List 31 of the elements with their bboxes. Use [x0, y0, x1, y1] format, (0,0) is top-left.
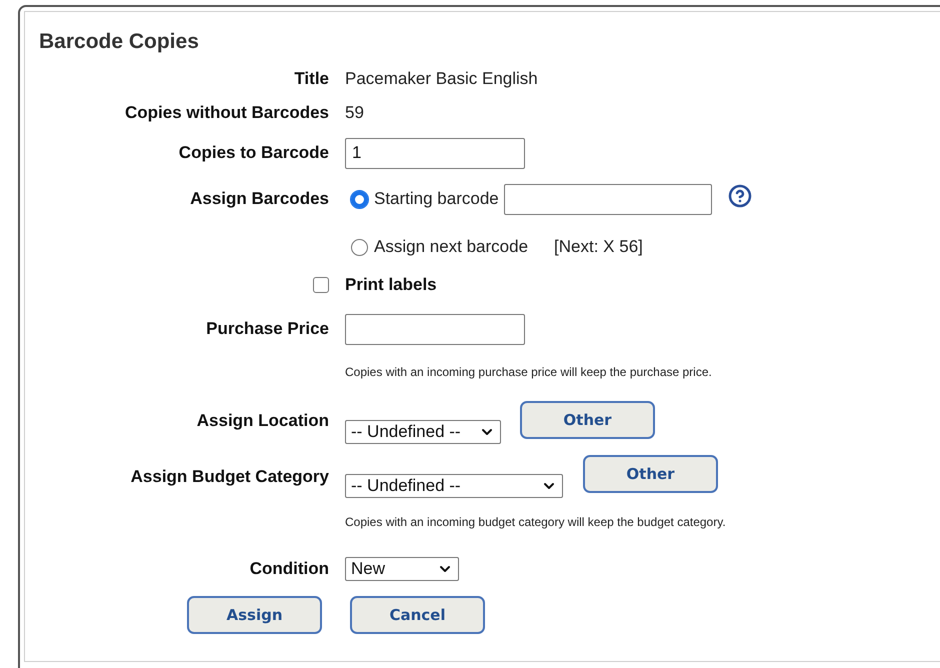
- field-label: Assign Location: [196, 411, 329, 430]
- dropdown[interactable]: New: [345, 557, 459, 581]
- checkbox[interactable]: [313, 277, 329, 293]
- field-label: Assign Budget Category: [130, 467, 329, 486]
- help-icon[interactable]: [728, 184, 752, 208]
- field-value: Pacemaker Basic English: [345, 68, 538, 90]
- hint-text: Copies with an incoming budget category will keep the budget category.: [345, 514, 726, 531]
- field-label: Title: [294, 69, 329, 88]
- input-field[interactable]: [504, 184, 712, 214]
- field-label: Condition: [250, 559, 329, 578]
- dropdown[interactable]: -- Undefined --: [345, 474, 563, 498]
- field-label: Assign Barcodes: [190, 189, 329, 208]
- radio-button[interactable]: [351, 190, 368, 208]
- field-label: Copies without Barcodes: [124, 103, 329, 122]
- hint-text: Copies with an incoming purchase price will keep the purchase price.: [345, 364, 712, 381]
- next-barcode-note: [Next: X 56]: [554, 236, 643, 258]
- dropdown[interactable]: -- Undefined --: [345, 420, 501, 444]
- field-label: Copies to Barcode: [178, 143, 329, 162]
- panel-heading: Barcode Copies: [39, 29, 199, 56]
- radio-label: Starting barcode: [374, 188, 499, 210]
- action-button[interactable]: Other: [583, 455, 718, 493]
- input-field[interactable]: 1: [345, 138, 525, 168]
- radio-label: Assign next barcode: [374, 236, 528, 258]
- field-label: Purchase Price: [206, 319, 329, 338]
- input-field[interactable]: [345, 314, 525, 344]
- action-button[interactable]: Other: [520, 401, 655, 439]
- checkbox-label: Print labels: [345, 274, 437, 296]
- radio-button[interactable]: [351, 238, 368, 256]
- action-button[interactable]: Cancel: [350, 596, 485, 634]
- action-button[interactable]: Assign: [187, 596, 322, 634]
- field-value: 59: [345, 102, 364, 124]
